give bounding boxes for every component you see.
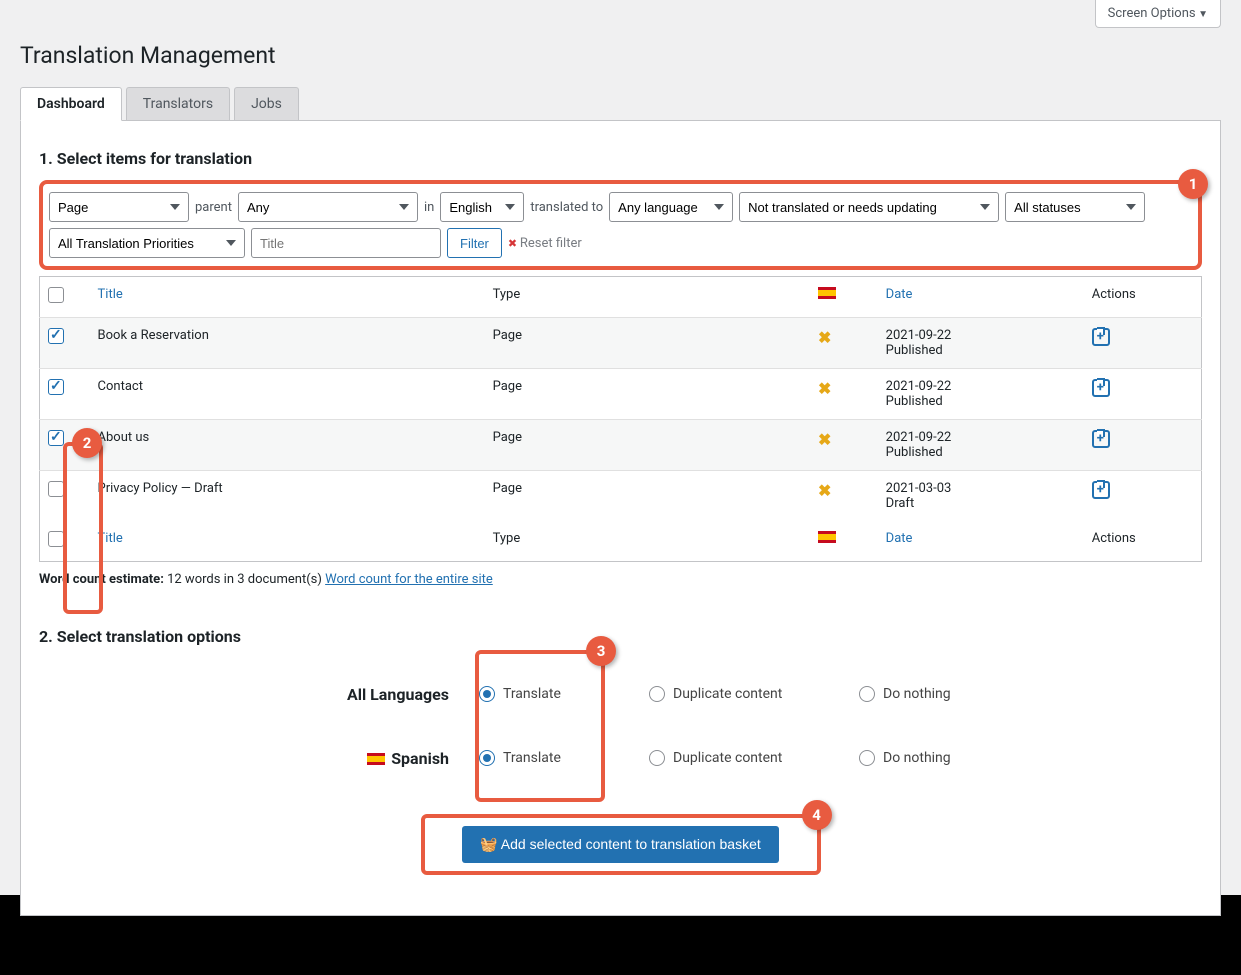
row-title: Privacy Policy — Draft [90, 471, 485, 522]
translation-options: 3 All Languages Translate Duplicate cont… [279, 662, 1202, 790]
col-date[interactable]: Date [878, 277, 1084, 318]
tab-dashboard[interactable]: Dashboard [20, 87, 122, 121]
translated-to-label: translated to [530, 200, 603, 215]
filter-post-status[interactable]: All statuses [1005, 192, 1145, 222]
add-translation-icon[interactable] [1092, 481, 1110, 499]
not-translated-icon: ✖ [818, 379, 831, 398]
row-date: 2021-09-22 [886, 328, 952, 343]
callout-highlight-4: 4 Add selected content to translation ba… [421, 814, 821, 875]
row-date: 2021-09-22 [886, 379, 952, 394]
wc-site-link[interactable]: Word count for the entire site [325, 572, 493, 587]
add-translation-icon[interactable] [1092, 430, 1110, 448]
col-type: Type [485, 277, 810, 318]
callout-badge-1: 1 [1178, 169, 1208, 199]
all-nothing-radio[interactable] [859, 686, 875, 702]
filter-content-type[interactable]: Page [49, 192, 189, 222]
col-title[interactable]: Title [90, 277, 485, 318]
row-status: Published [886, 343, 943, 358]
row-title: Contact [90, 369, 485, 420]
callout-badge-4: 4 [802, 800, 832, 830]
tab-jobs[interactable]: Jobs [234, 87, 299, 120]
row-status: Published [886, 445, 943, 460]
row-checkbox[interactable] [48, 379, 64, 395]
row-checkbox[interactable] [48, 430, 64, 446]
filter-button[interactable]: Filter [447, 228, 502, 258]
word-count-estimate: Word count estimate: 12 words in 3 docum… [39, 572, 1202, 587]
callout-badge-2: 2 [72, 428, 102, 458]
row-type: Page [485, 369, 810, 420]
row-type: Page [485, 471, 810, 522]
es-nothing-radio[interactable] [859, 750, 875, 766]
all-duplicate-radio[interactable] [649, 686, 665, 702]
row-type: Page [485, 318, 810, 369]
table-row: Book a Reservation Page ✖ 2021-09-22Publ… [40, 318, 1202, 369]
row-checkbox[interactable] [48, 481, 64, 497]
table-row: Contact Page ✖ 2021-09-22Published [40, 369, 1202, 420]
table-row: About us Page ✖ 2021-09-22Published [40, 420, 1202, 471]
nothing-label: Do nothing [883, 686, 951, 702]
not-translated-icon: ✖ [818, 328, 831, 347]
parent-label: parent [195, 200, 232, 215]
callout-badge-3: 3 [586, 636, 616, 666]
row-status: Published [886, 394, 943, 409]
add-translation-icon[interactable] [1092, 379, 1110, 397]
filter-translation-status[interactable]: Not translated or needs updating [739, 192, 999, 222]
col-actions-footer: Actions [1084, 521, 1202, 562]
es-duplicate-radio[interactable] [649, 750, 665, 766]
translate-label: Translate [503, 750, 561, 766]
filter-source-lang[interactable]: English [440, 192, 524, 222]
tabs-nav: Dashboard Translators Jobs [20, 87, 1221, 121]
all-languages-label: All Languages [279, 685, 479, 704]
translate-label: Translate [503, 686, 561, 702]
select-all-checkbox[interactable] [48, 287, 64, 303]
filter-bar: 1 Page parent Any in English translated … [39, 180, 1202, 270]
nothing-label: Do nothing [883, 750, 951, 766]
in-label: in [424, 200, 434, 215]
tab-translators[interactable]: Translators [126, 87, 230, 120]
row-checkbox[interactable] [48, 328, 64, 344]
page-title: Translation Management [20, 28, 1221, 87]
spanish-flag-icon [818, 531, 836, 543]
wc-label: Word count estimate: [39, 572, 164, 587]
row-date: 2021-03-03 [886, 481, 952, 496]
table-row: Privacy Policy — Draft Page ✖ 2021-03-03… [40, 471, 1202, 522]
row-date: 2021-09-22 [886, 430, 952, 445]
duplicate-label: Duplicate content [673, 750, 782, 766]
screen-options-toggle[interactable]: Screen Options [1095, 0, 1221, 28]
filter-parent[interactable]: Any [238, 192, 418, 222]
col-title-footer[interactable]: Title [90, 521, 485, 562]
dashboard-panel: 1. Select items for translation 1 Page p… [20, 121, 1221, 916]
spanish-flag-icon [818, 287, 836, 299]
not-translated-icon: ✖ [818, 481, 831, 500]
section2-header: 2. Select translation options [39, 627, 1202, 646]
section1-header: 1. Select items for translation [39, 149, 1202, 168]
row-status: Draft [886, 496, 915, 511]
all-translate-radio[interactable] [479, 686, 495, 702]
add-translation-icon[interactable] [1092, 328, 1110, 346]
content-table: Title Type Date Actions Book a Reservati… [39, 276, 1202, 562]
filter-title-input[interactable] [251, 228, 441, 258]
wc-text: 12 words in 3 document(s) [167, 572, 322, 587]
not-translated-icon: ✖ [818, 430, 831, 449]
spanish-flag-icon [367, 753, 385, 765]
row-title: About us [90, 420, 485, 471]
duplicate-label: Duplicate content [673, 686, 782, 702]
filter-target-lang[interactable]: Any language [609, 192, 733, 222]
col-date-footer[interactable]: Date [878, 521, 1084, 562]
row-type: Page [485, 420, 810, 471]
select-all-checkbox-footer[interactable] [48, 531, 64, 547]
col-type-footer: Type [485, 521, 810, 562]
add-to-basket-button[interactable]: Add selected content to translation bask… [462, 826, 779, 863]
col-actions: Actions [1084, 277, 1202, 318]
spanish-label: Spanish [279, 749, 479, 768]
es-translate-radio[interactable] [479, 750, 495, 766]
filter-priority[interactable]: All Translation Priorities [49, 228, 245, 258]
row-title: Book a Reservation [90, 318, 485, 369]
reset-filter-link[interactable]: Reset filter [508, 236, 582, 251]
